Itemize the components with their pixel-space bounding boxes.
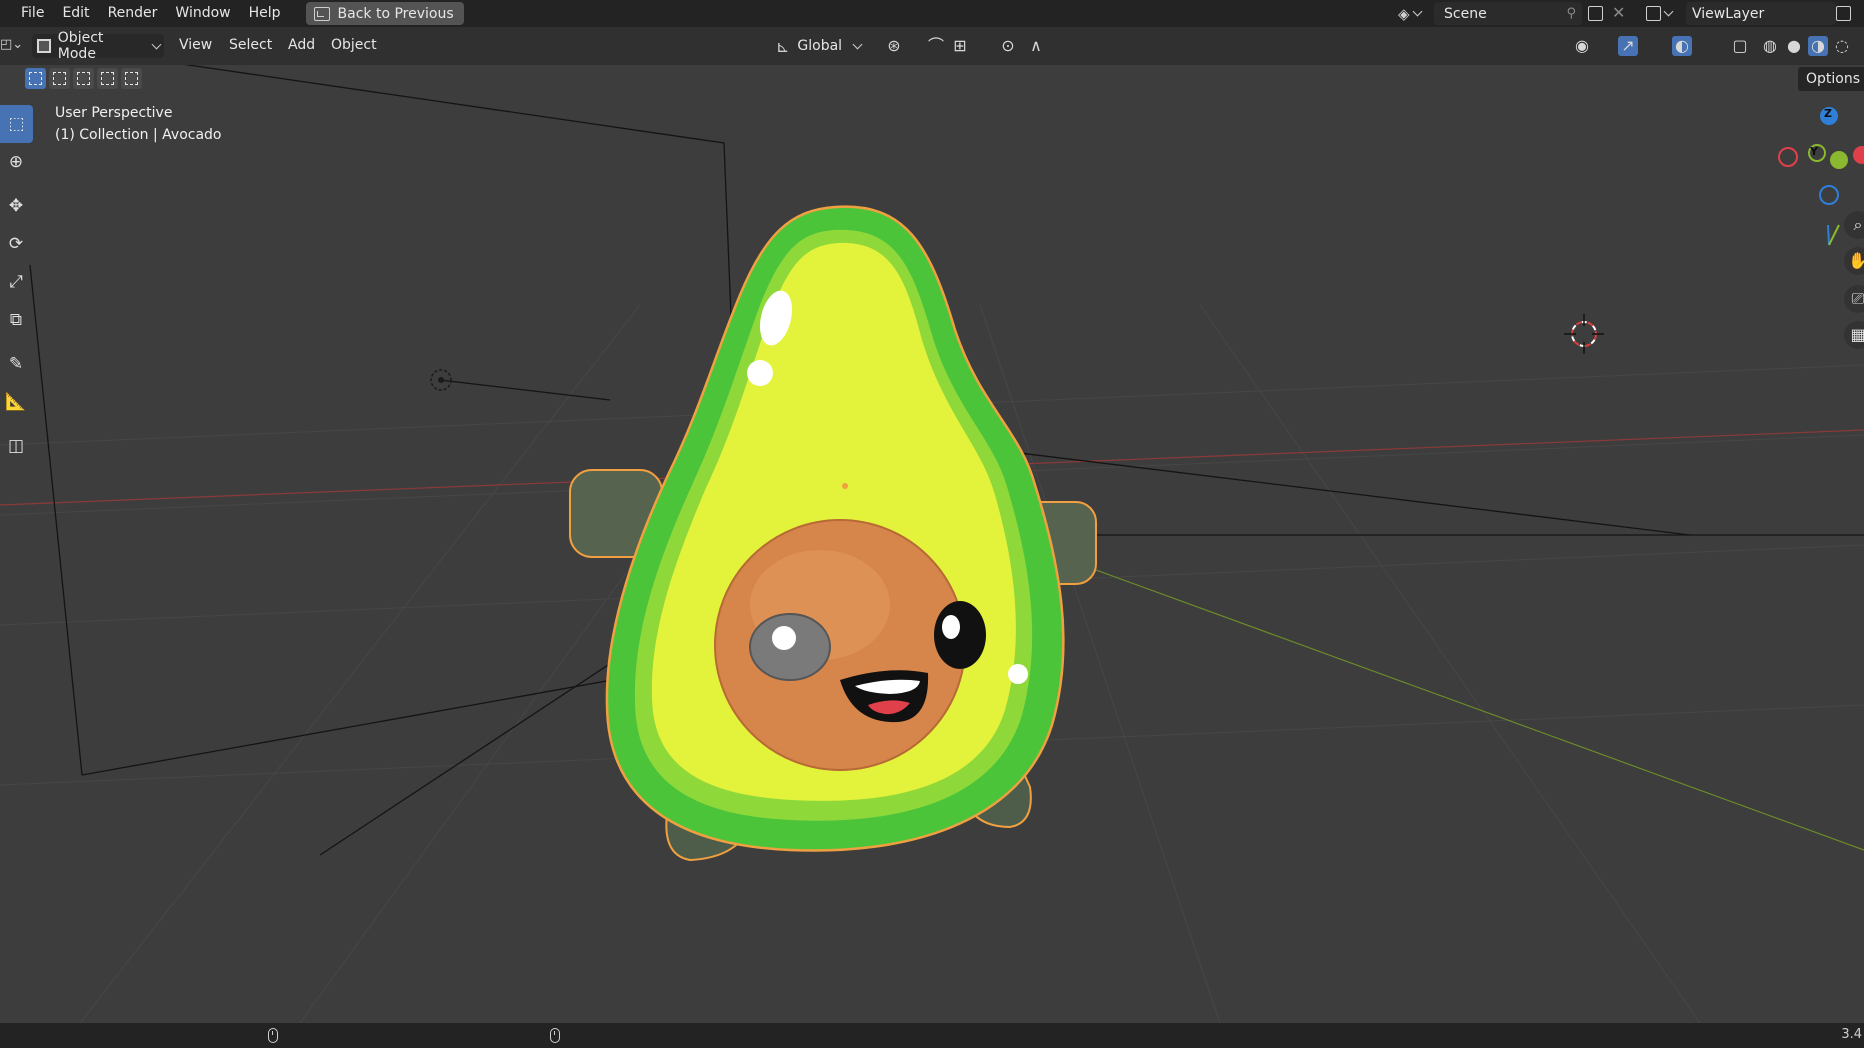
viewport-header: ◰⌄ Object Mode View Select Add Object ⊾ … bbox=[0, 27, 1864, 65]
proportional-editing-icon[interactable]: ⊙ bbox=[998, 36, 1018, 56]
3d-viewport[interactable]: Z Y User Perspective (1) Collection | Av… bbox=[0, 65, 1864, 1023]
mouse-middle-icon bbox=[550, 1028, 560, 1043]
chevron-down-icon bbox=[151, 39, 162, 49]
menu-object[interactable]: Object bbox=[331, 37, 377, 53]
scale-icon[interactable]: ⤢ bbox=[0, 263, 32, 301]
rendered-shading-icon[interactable]: ◌ bbox=[1832, 36, 1852, 56]
perspective-label: User Perspective bbox=[55, 105, 173, 121]
menu-file[interactable]: File bbox=[12, 0, 53, 27]
gizmo-neg-z-handle[interactable] bbox=[1819, 185, 1839, 205]
view-layer-name-text: ViewLayer bbox=[1692, 5, 1765, 22]
gizmo-y-label: Y bbox=[1810, 145, 1818, 158]
select-invert-button[interactable] bbox=[97, 68, 118, 89]
menu-help[interactable]: Help bbox=[240, 0, 290, 27]
menu-select[interactable]: Select bbox=[229, 37, 272, 53]
add-cube-icon[interactable]: ◫ bbox=[0, 427, 32, 465]
menu-view[interactable]: View bbox=[179, 37, 212, 53]
gizmo-toggle-icon[interactable]: ↗ bbox=[1618, 36, 1638, 56]
gizmo-neg-x-handle[interactable] bbox=[1778, 147, 1798, 167]
options-button[interactable]: Options bbox=[1797, 67, 1864, 91]
mouse-left-icon bbox=[268, 1028, 278, 1043]
gizmo-z-label: Z bbox=[1824, 107, 1832, 120]
camera-view-icon[interactable]: ⎚ bbox=[1844, 285, 1864, 313]
transform-orientation-label: Global bbox=[797, 38, 843, 54]
view-layer-field[interactable]: ViewLayer bbox=[1686, 2, 1836, 25]
move-icon[interactable]: ✥ bbox=[0, 187, 32, 225]
snap-icon[interactable]: ⌒ bbox=[926, 36, 946, 56]
measure-icon[interactable]: 📐 bbox=[0, 383, 32, 421]
top-menu-bar: File Edit Render Window Help Back to Pre… bbox=[0, 0, 1864, 27]
cursor-icon[interactable]: ⊕ bbox=[0, 143, 32, 181]
chevron-down-icon bbox=[852, 39, 863, 49]
back-to-previous-button[interactable]: Back to Previous bbox=[305, 2, 464, 25]
3d-cursor bbox=[1564, 314, 1604, 354]
scene-name-field[interactable]: Scene ⚲ bbox=[1434, 2, 1582, 25]
overlays-toggle-icon[interactable]: ◐ bbox=[1672, 36, 1692, 56]
selection-mode-group bbox=[25, 68, 142, 89]
view-layer-icon bbox=[1646, 6, 1661, 21]
zoom-icon[interactable]: ⌕ bbox=[1844, 211, 1864, 239]
rotate-icon[interactable]: ⟳ bbox=[0, 225, 32, 263]
object-mode-dropdown[interactable]: Object Mode bbox=[32, 30, 164, 62]
scene-icon: ◈ bbox=[1398, 4, 1410, 23]
xray-toggle-icon[interactable]: ▢ bbox=[1730, 36, 1750, 56]
delete-scene-icon[interactable]: ✕ bbox=[1612, 3, 1625, 22]
select-subtract-button[interactable] bbox=[73, 68, 94, 89]
transform-orientation-dropdown[interactable]: ⊾ Global bbox=[776, 34, 872, 58]
visibility-icon[interactable]: ◉ bbox=[1572, 36, 1592, 56]
solid-shading-icon[interactable]: ● bbox=[1784, 36, 1804, 56]
select-intersect-button[interactable] bbox=[121, 68, 142, 89]
transform-icon[interactable]: ⧉ bbox=[0, 301, 32, 339]
annotate-icon[interactable]: ✎ bbox=[0, 345, 32, 383]
pan-hand-icon[interactable]: ✋ bbox=[1844, 247, 1864, 275]
back-icon bbox=[313, 6, 330, 21]
menu-render[interactable]: Render bbox=[99, 0, 167, 27]
perspective-toggle-icon[interactable]: ▦ bbox=[1844, 321, 1864, 349]
pivot-point-icon[interactable]: ⊛ bbox=[884, 36, 904, 56]
menu-window[interactable]: Window bbox=[166, 0, 239, 27]
select-new-button[interactable] bbox=[25, 68, 46, 89]
view-layer-browse-button[interactable] bbox=[1646, 2, 1682, 25]
orientation-axes-icon: ⊾ bbox=[776, 36, 790, 56]
tool-shelf: ⬚ ⊕ ✥ ⟳ ⤢ ⧉ ✎ 📐 ◫ bbox=[0, 105, 33, 465]
menu-edit[interactable]: Edit bbox=[53, 0, 98, 27]
new-view-layer-icon[interactable] bbox=[1836, 6, 1851, 21]
gizmo-y-handle[interactable] bbox=[1830, 151, 1848, 169]
gizmo-x-handle[interactable] bbox=[1853, 146, 1864, 164]
chevron-down-icon bbox=[1663, 6, 1674, 17]
status-bar: 3.4 bbox=[0, 1023, 1864, 1048]
object-mode-label: Object Mode bbox=[57, 30, 104, 62]
collection-info-label: (1) Collection | Avocado bbox=[55, 127, 222, 143]
editor-type-button[interactable]: ◰⌄ bbox=[0, 37, 23, 55]
wireframe-shading-icon[interactable]: ◍ bbox=[1760, 36, 1780, 56]
falloff-icon[interactable]: ∧ bbox=[1026, 36, 1046, 56]
y-axis-line bbox=[999, 534, 1864, 851]
object-mode-icon bbox=[37, 39, 51, 53]
back-to-previous-label: Back to Previous bbox=[337, 5, 454, 22]
material-preview-shading-icon[interactable]: ◑ bbox=[1808, 36, 1828, 56]
editor-type-icon[interactable] bbox=[0, 0, 12, 27]
light-object bbox=[430, 369, 452, 391]
version-label: 3.4 bbox=[1841, 1027, 1862, 1042]
select-box-icon[interactable]: ⬚ bbox=[0, 105, 33, 143]
snap-target-icon[interactable]: ⊞ bbox=[950, 36, 970, 56]
viewport-scene bbox=[0, 65, 1864, 1023]
menu-add[interactable]: Add bbox=[288, 37, 315, 53]
scene-browse-button[interactable]: ◈ bbox=[1398, 2, 1428, 25]
scene-name-text: Scene bbox=[1444, 5, 1487, 22]
avocado-model bbox=[569, 205, 1097, 862]
select-extend-button[interactable] bbox=[49, 68, 70, 89]
chevron-down-icon bbox=[1412, 6, 1422, 17]
pin-icon[interactable]: ⚲ bbox=[1566, 6, 1576, 21]
new-scene-icon[interactable] bbox=[1588, 6, 1603, 21]
